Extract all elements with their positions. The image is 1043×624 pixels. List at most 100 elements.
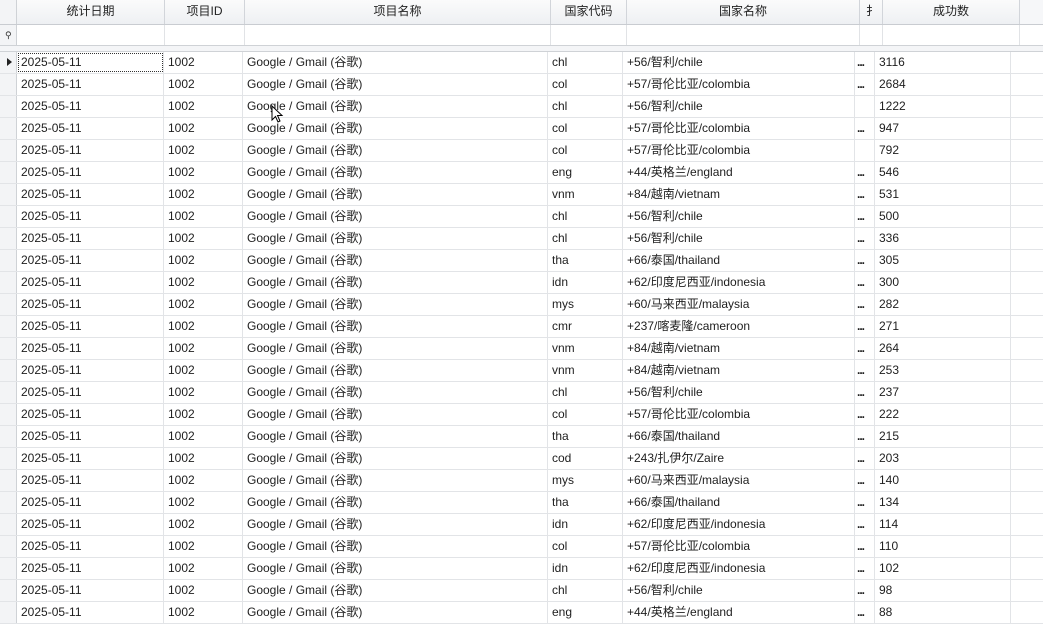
cell-project-name[interactable]: Google / Gmail (谷歌)	[243, 448, 548, 469]
cell-project-id[interactable]: 1002	[164, 338, 243, 359]
column-header-project-id[interactable]: 项目ID	[165, 0, 245, 24]
cell-success-count[interactable]: 98	[875, 580, 1011, 601]
cell-country-code[interactable]: col	[548, 404, 623, 425]
cell-project-id[interactable]: 1002	[164, 360, 243, 381]
cell-country-code[interactable]: chl	[548, 382, 623, 403]
table-row[interactable]: 2025-05-11 1002 Google / Gmail (谷歌) vnm …	[0, 184, 1043, 206]
cell-date[interactable]: 2025-05-11	[17, 338, 164, 359]
cell-country-code[interactable]: vnm	[548, 338, 623, 359]
cell-success-count[interactable]: 531	[875, 184, 1011, 205]
row-indicator[interactable]	[0, 316, 17, 337]
row-indicator[interactable]	[0, 294, 17, 315]
cell-project-name[interactable]: Google / Gmail (谷歌)	[243, 404, 548, 425]
cell-truncated[interactable]	[855, 96, 875, 117]
row-indicator[interactable]	[0, 74, 17, 95]
cell-country-name[interactable]: +66/泰国/thailand	[623, 426, 855, 447]
cell-country-code[interactable]: mys	[548, 294, 623, 315]
cell-date[interactable]: 2025-05-11	[17, 294, 164, 315]
cell-country-code[interactable]: chl	[548, 52, 623, 73]
cell-country-name[interactable]: +56/智利/chile	[623, 52, 855, 73]
cell-project-id[interactable]: 1002	[164, 140, 243, 161]
cell-truncated[interactable]: ...	[855, 52, 875, 73]
cell-project-name[interactable]: Google / Gmail (谷歌)	[243, 492, 548, 513]
table-row[interactable]: 2025-05-11 1002 Google / Gmail (谷歌) chl …	[0, 580, 1043, 602]
cell-project-id[interactable]: 1002	[164, 536, 243, 557]
table-row[interactable]: 2025-05-11 1002 Google / Gmail (谷歌) tha …	[0, 492, 1043, 514]
cell-country-code[interactable]: tha	[548, 250, 623, 271]
cell-country-name[interactable]: +66/泰国/thailand	[623, 250, 855, 271]
row-indicator[interactable]	[0, 162, 17, 183]
cell-country-code[interactable]: tha	[548, 426, 623, 447]
cell-truncated[interactable]: ...	[855, 558, 875, 579]
row-indicator[interactable]	[0, 118, 17, 139]
cell-country-name[interactable]: +57/哥伦比亚/colombia	[623, 404, 855, 425]
cell-project-name[interactable]: Google / Gmail (谷歌)	[243, 206, 548, 227]
cell-country-name[interactable]: +56/智利/chile	[623, 228, 855, 249]
cell-truncated[interactable]: ...	[855, 426, 875, 447]
cell-project-id[interactable]: 1002	[164, 514, 243, 535]
cell-country-name[interactable]: +62/印度尼西亚/indonesia	[623, 558, 855, 579]
cell-date[interactable]: 2025-05-11	[17, 470, 164, 491]
cell-country-code[interactable]: eng	[548, 602, 623, 623]
cell-project-name[interactable]: Google / Gmail (谷歌)	[243, 558, 548, 579]
cell-project-id[interactable]: 1002	[164, 382, 243, 403]
cell-country-name[interactable]: +62/印度尼西亚/indonesia	[623, 514, 855, 535]
cell-project-id[interactable]: 1002	[164, 52, 243, 73]
cell-date[interactable]: 2025-05-11	[17, 448, 164, 469]
cell-truncated[interactable]: ...	[855, 448, 875, 469]
cell-country-name[interactable]: +57/哥伦比亚/colombia	[623, 118, 855, 139]
cell-success-count[interactable]: 222	[875, 404, 1011, 425]
cell-project-name[interactable]: Google / Gmail (谷歌)	[243, 250, 548, 271]
cell-truncated[interactable]	[855, 140, 875, 161]
cell-project-name[interactable]: Google / Gmail (谷歌)	[243, 514, 548, 535]
cell-truncated[interactable]: ...	[855, 470, 875, 491]
filter-cell-truncated[interactable]	[860, 25, 883, 45]
row-indicator[interactable]	[0, 514, 17, 535]
cell-country-code[interactable]: col	[548, 74, 623, 95]
cell-country-name[interactable]: +243/扎伊尔/Zaire	[623, 448, 855, 469]
table-row[interactable]: 2025-05-11 1002 Google / Gmail (谷歌) chl …	[0, 382, 1043, 404]
cell-date[interactable]: 2025-05-11	[17, 52, 164, 73]
cell-country-name[interactable]: +44/英格兰/england	[623, 602, 855, 623]
cell-truncated[interactable]: ...	[855, 338, 875, 359]
cell-date[interactable]: 2025-05-11	[17, 492, 164, 513]
cell-truncated[interactable]: ...	[855, 294, 875, 315]
cell-project-id[interactable]: 1002	[164, 184, 243, 205]
row-indicator[interactable]	[0, 470, 17, 491]
table-row[interactable]: 2025-05-11 1002 Google / Gmail (谷歌) chl …	[0, 96, 1043, 118]
cell-project-name[interactable]: Google / Gmail (谷歌)	[243, 316, 548, 337]
cell-project-name[interactable]: Google / Gmail (谷歌)	[243, 580, 548, 601]
cell-truncated[interactable]: ...	[855, 602, 875, 623]
cell-truncated[interactable]: ...	[855, 272, 875, 293]
cell-project-id[interactable]: 1002	[164, 74, 243, 95]
cell-success-count[interactable]: 546	[875, 162, 1011, 183]
row-indicator[interactable]	[0, 382, 17, 403]
table-row[interactable]: 2025-05-11 1002 Google / Gmail (谷歌) idn …	[0, 514, 1043, 536]
cell-success-count[interactable]: 1222	[875, 96, 1011, 117]
cell-country-name[interactable]: +44/英格兰/england	[623, 162, 855, 183]
cell-truncated[interactable]: ...	[855, 316, 875, 337]
table-row[interactable]: 2025-05-11 1002 Google / Gmail (谷歌) vnm …	[0, 338, 1043, 360]
cell-country-code[interactable]: idn	[548, 558, 623, 579]
cell-truncated[interactable]: ...	[855, 74, 875, 95]
cell-country-code[interactable]: tha	[548, 492, 623, 513]
cell-project-id[interactable]: 1002	[164, 448, 243, 469]
data-grid[interactable]: 统计日期 项目ID 项目名称 国家代码 国家名称 扌 成功数 ⚲ 2025-05…	[0, 0, 1043, 624]
cell-success-count[interactable]: 2684	[875, 74, 1011, 95]
column-header-project-name[interactable]: 项目名称	[245, 0, 551, 24]
cell-project-name[interactable]: Google / Gmail (谷歌)	[243, 184, 548, 205]
filter-cell-project-name[interactable]	[245, 25, 551, 45]
grid-body[interactable]: 2025-05-11 1002 Google / Gmail (谷歌) chl …	[0, 52, 1043, 624]
cell-truncated[interactable]: ...	[855, 404, 875, 425]
filter-cell-project-id[interactable]	[165, 25, 245, 45]
cell-success-count[interactable]: 110	[875, 536, 1011, 557]
cell-success-count[interactable]: 300	[875, 272, 1011, 293]
cell-project-id[interactable]: 1002	[164, 294, 243, 315]
cell-truncated[interactable]: ...	[855, 118, 875, 139]
table-row[interactable]: 2025-05-11 1002 Google / Gmail (谷歌) col …	[0, 74, 1043, 96]
cell-date[interactable]: 2025-05-11	[17, 514, 164, 535]
filter-cell-country-name[interactable]	[627, 25, 860, 45]
cell-project-id[interactable]: 1002	[164, 602, 243, 623]
cell-date[interactable]: 2025-05-11	[17, 316, 164, 337]
cell-success-count[interactable]: 88	[875, 602, 1011, 623]
